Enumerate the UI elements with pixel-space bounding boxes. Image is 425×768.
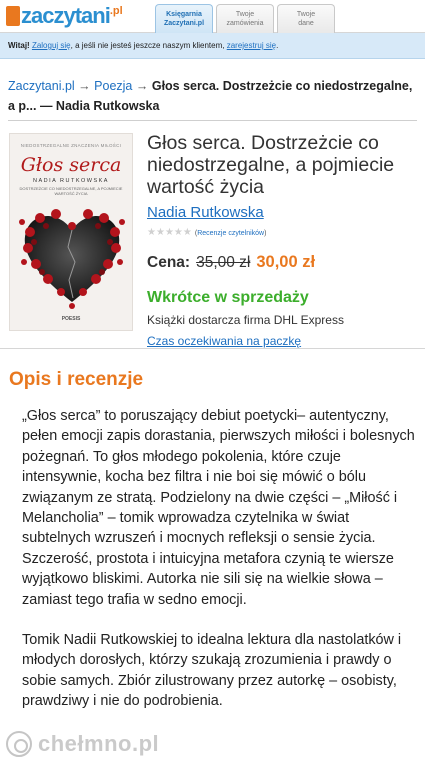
- availability-status: Wkrótce w sprzedaży: [147, 289, 309, 306]
- product-title: Głos serca. Dostrzeżcie co niedostrzegal…: [147, 132, 395, 198]
- description-paragraph: Tomik Nadii Rutkowskiej to idealna lektu…: [22, 632, 402, 710]
- greeting: Witaj!: [8, 41, 30, 50]
- star-icon: ★: [155, 227, 165, 238]
- delivery-time-link[interactable]: Czas oczekiwania na paczkę: [147, 334, 419, 348]
- shipping-info: Książki dostarcza firma DHL Express: [147, 313, 344, 327]
- rating: ★ ★ ★ ★ ★ (Recenzje czytelników): [147, 227, 267, 238]
- product-section: NIEDOSTRZEGALNE ZNACZENIA MIŁOŚCI Głos s…: [0, 121, 425, 348]
- tab-bookstore[interactable]: Księgarnia Zaczytani.pl: [155, 4, 213, 33]
- star-icon: ★: [182, 227, 192, 238]
- star-icon: ★: [173, 227, 183, 238]
- watermark: chełmno.pl: [6, 728, 216, 760]
- new-price: 30,00 zł: [256, 253, 316, 271]
- tab-orders[interactable]: Twoje zamówienia: [216, 4, 274, 33]
- watermark-logo-icon: [6, 731, 32, 757]
- breadcrumb-category[interactable]: Poezja: [94, 79, 132, 93]
- header-tabs: Księgarnia Zaczytani.pl Twoje zamówienia…: [155, 4, 338, 33]
- tab-account[interactable]: Twoje dane: [277, 4, 335, 33]
- book-cover[interactable]: NIEDOSTRZEGALNE ZNACZENIA MIŁOŚCI Głos s…: [9, 133, 133, 331]
- description-heading: Opis i recenzje: [9, 369, 144, 390]
- logo-icon: [6, 6, 20, 26]
- breadcrumb: Zaczytani.pl → Poezja → Głos serca. Dost…: [8, 79, 413, 113]
- star-icon: ★: [164, 227, 174, 238]
- description-text: „Głos serca” to poruszający debiut poety…: [0, 406, 425, 712]
- old-price: 35,00 zł: [196, 254, 251, 271]
- reviews-link[interactable]: Recenzje czytelników: [197, 230, 264, 237]
- description-paragraph: „Głos serca” to poruszający debiut poety…: [22, 408, 415, 608]
- breadcrumb-home[interactable]: Zaczytani.pl: [8, 79, 75, 93]
- star-icon: ★: [147, 227, 156, 238]
- product-info: Głos serca. Dostrzeżcie co niedostrzegal…: [147, 121, 419, 348]
- author-link[interactable]: Nadia Rutkowska: [147, 204, 419, 221]
- site-header: zaczytani .pl Księgarnia Zaczytani.pl Tw…: [0, 0, 425, 33]
- register-link[interactable]: zarejestruj się: [227, 41, 276, 50]
- site-logo[interactable]: zaczytani .pl: [6, 3, 123, 29]
- price-row: Cena: 35,00 zł 30,00 zł: [147, 253, 316, 271]
- login-link[interactable]: Zaloguj się: [32, 41, 71, 50]
- login-bar: Witaj! Zaloguj się, a jeśli nie jesteś j…: [0, 33, 425, 59]
- rose-heart-illustration: [19, 209, 125, 309]
- cover-title: Głos serca: [20, 154, 122, 176]
